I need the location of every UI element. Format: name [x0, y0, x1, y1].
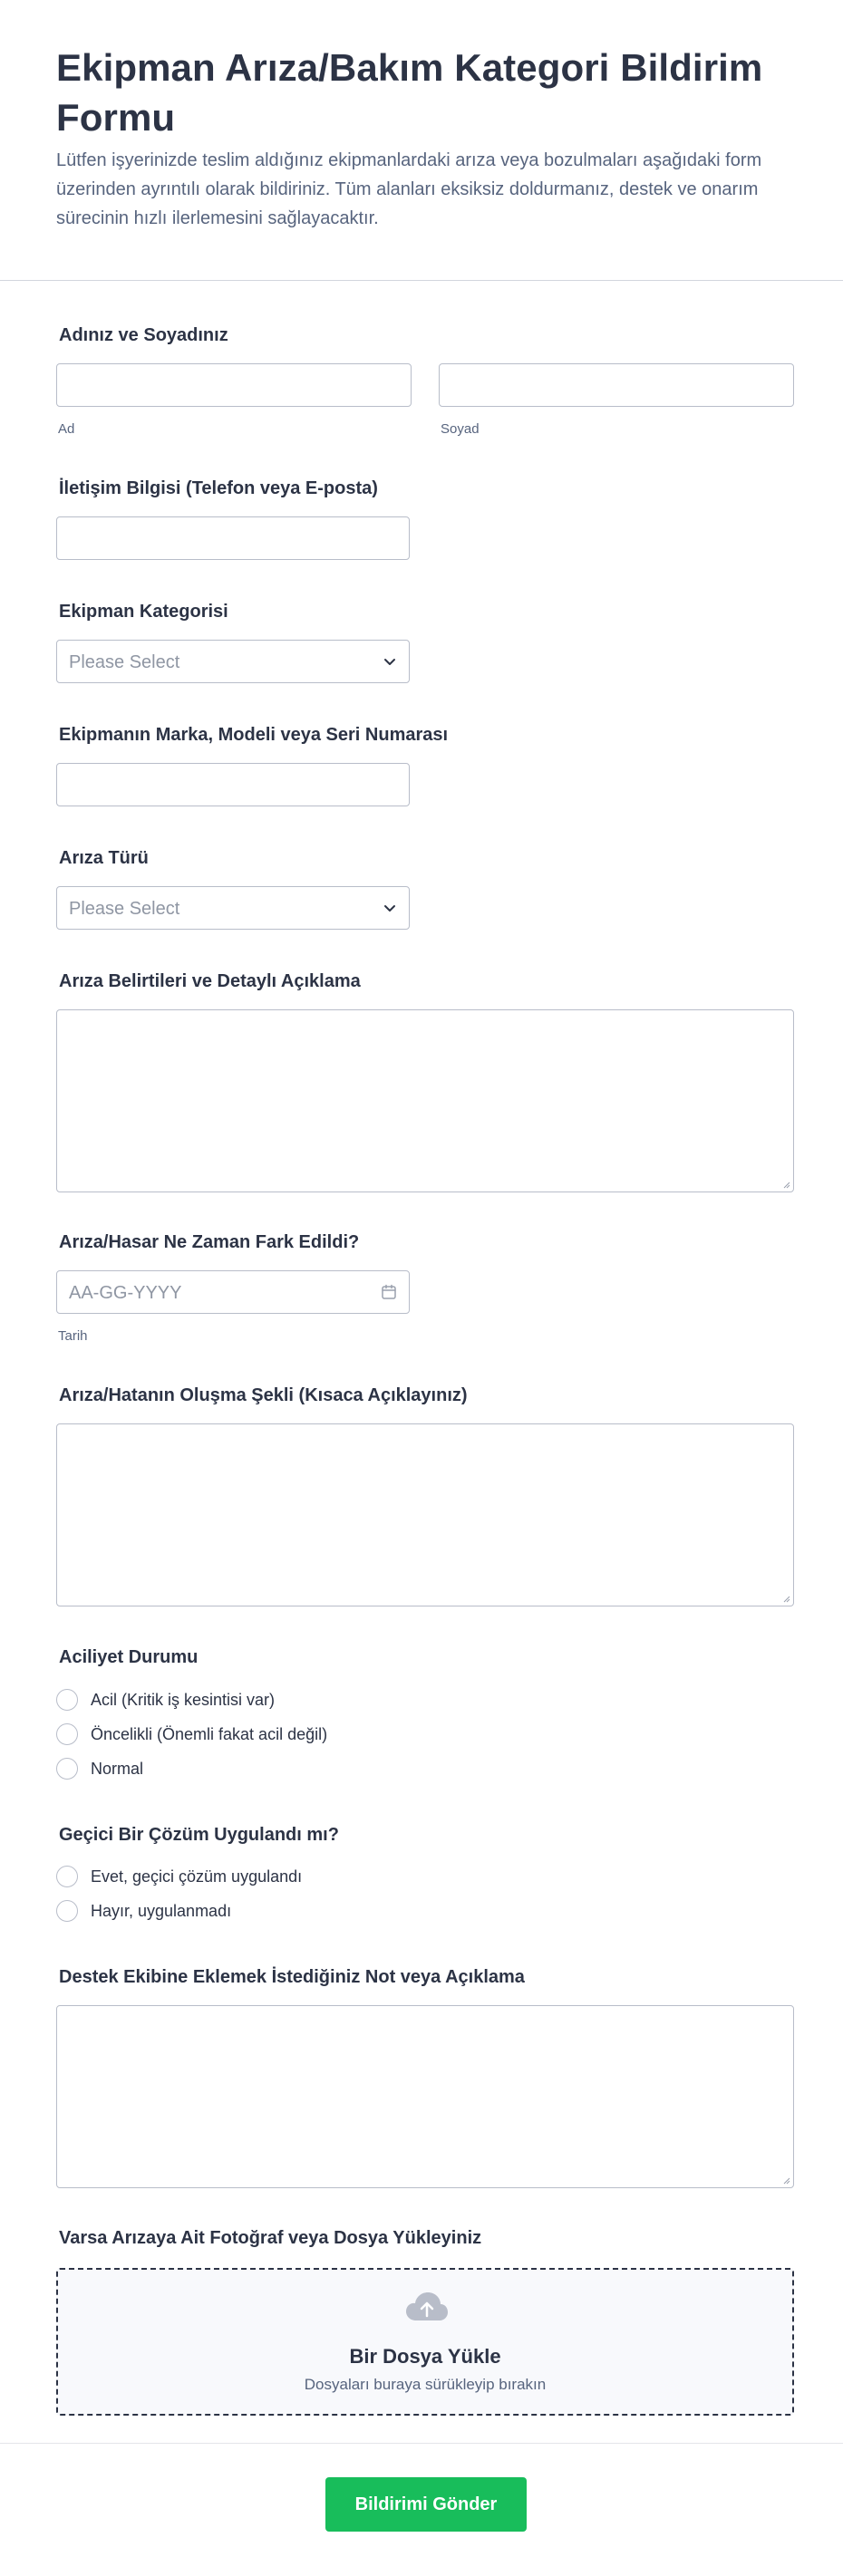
brand-model-label: Ekipmanın Marka, Modeli veya Seri Numara… — [59, 725, 449, 745]
last-name-input[interactable] — [439, 363, 794, 407]
date-sublabel: Tarih — [58, 1328, 88, 1344]
contact-label: İletişim Bilgisi (Telefon veya E-posta) — [59, 478, 378, 498]
chevron-down-icon — [384, 905, 395, 912]
contact-input[interactable] — [56, 516, 410, 560]
calendar-icon[interactable] — [380, 1283, 398, 1301]
temp-fix-option-label: Evet, geçici çözüm uygulandı — [91, 1867, 303, 1886]
fault-type-select[interactable]: Please Select — [56, 886, 410, 930]
temp-fix-option-no[interactable]: Hayır, uygulanmadı — [56, 1898, 231, 1924]
name-label: Adınız ve Soyadınız — [59, 325, 228, 345]
fault-type-label: Arıza Türü — [59, 848, 149, 868]
first-name-sublabel: Ad — [58, 421, 75, 437]
date-placeholder: AA-GG-YYYY — [69, 1283, 182, 1303]
brand-model-input[interactable] — [56, 763, 410, 806]
radio-button[interactable] — [56, 1689, 78, 1711]
urgency-option-label: Normal — [91, 1759, 144, 1778]
resize-grip-icon[interactable] — [781, 1180, 790, 1189]
upload-title: Bir Dosya Yükle — [349, 2345, 501, 2368]
noticed-date-input[interactable]: AA-GG-YYYY — [56, 1270, 410, 1314]
form-title: Ekipman Arıza/Bakım Kategori Bildirim Fo… — [56, 46, 763, 139]
symptoms-textarea[interactable] — [56, 1009, 794, 1192]
footer-divider — [0, 2443, 843, 2444]
occurrence-label: Arıza/Hatanın Oluşma Şekli (Kısaca Açıkl… — [59, 1385, 468, 1405]
temp-fix-label: Geçici Bir Çözüm Uygulandı mı? — [59, 1825, 339, 1845]
submit-button[interactable]: Bildirimi Gönder — [325, 2477, 527, 2532]
noticed-date-label: Arıza/Hasar Ne Zaman Fark Edildi? — [59, 1232, 360, 1252]
urgency-option-label: Öncelikli (Önemli fakat acil değil) — [91, 1724, 328, 1743]
urgency-option-acil[interactable]: Acil (Kritik iş kesintisi var) — [56, 1687, 275, 1713]
symptoms-label: Arıza Belirtileri ve Detaylı Açıklama — [59, 971, 361, 991]
upload-label: Varsa Arızaya Ait Fotoğraf veya Dosya Yü… — [59, 2228, 482, 2248]
radio-button[interactable] — [56, 1758, 78, 1780]
last-name-sublabel: Soyad — [441, 421, 480, 437]
urgency-label: Aciliyet Durumu — [59, 1647, 199, 1667]
temp-fix-option-yes[interactable]: Evet, geçici çözüm uygulandı — [56, 1864, 302, 1889]
radio-button[interactable] — [56, 1866, 78, 1887]
resize-grip-icon[interactable] — [781, 1594, 790, 1603]
cloud-upload-icon — [406, 2292, 448, 2320]
file-upload-dropzone[interactable]: Bir Dosya Yükle Dosyaları buraya sürükle… — [56, 2268, 794, 2416]
chevron-down-icon — [384, 659, 395, 665]
form-header: Ekipman Arıza/Bakım Kategori Bildirim Fo… — [0, 0, 843, 281]
urgency-option-normal[interactable]: Normal — [56, 1756, 143, 1781]
resize-grip-icon[interactable] — [781, 2176, 790, 2185]
urgency-option-oncelikli[interactable]: Öncelikli (Önemli fakat acil değil) — [56, 1722, 327, 1747]
temp-fix-option-label: Hayır, uygulanmadı — [91, 1901, 232, 1920]
radio-button[interactable] — [56, 1723, 78, 1745]
occurrence-textarea[interactable] — [56, 1423, 794, 1606]
upload-subtitle: Dosyaları buraya sürükleyip bırakın — [304, 2376, 547, 2393]
first-name-input[interactable] — [56, 363, 412, 407]
notes-textarea[interactable] — [56, 2005, 794, 2188]
category-select-value: Please Select — [69, 652, 180, 672]
fault-type-select-value: Please Select — [69, 899, 180, 919]
category-select[interactable]: Please Select — [56, 640, 410, 683]
notes-label: Destek Ekibine Eklemek İstediğiniz Not v… — [59, 1967, 525, 1987]
radio-button[interactable] — [56, 1900, 78, 1922]
form-description: Lütfen işyerinizde teslim aldığınız ekip… — [56, 150, 762, 228]
urgency-option-label: Acil (Kritik iş kesintisi var) — [91, 1690, 276, 1709]
category-label: Ekipman Kategorisi — [59, 602, 228, 622]
